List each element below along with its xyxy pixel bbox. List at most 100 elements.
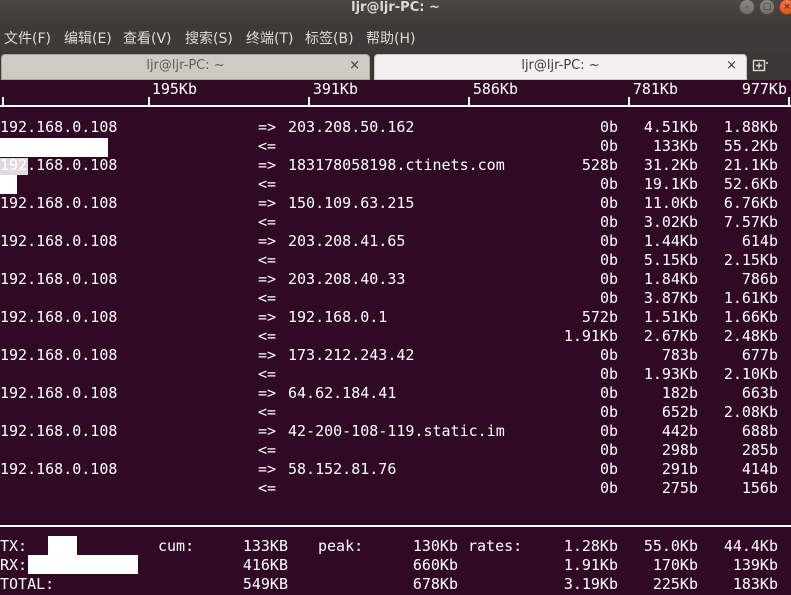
rate-out-value: 1.84Kb bbox=[643, 270, 698, 288]
rx-rate-10s: 170Kb bbox=[652, 556, 698, 574]
rate-in-value: 156b bbox=[741, 479, 778, 497]
rate-out-value: 0b bbox=[599, 118, 618, 136]
tab-1[interactable]: ljr@ljr-PC: ~ × bbox=[1, 54, 370, 80]
total-peak: 678Kb bbox=[412, 575, 458, 593]
rate-out-value: 572b bbox=[581, 308, 618, 326]
tx-rate-40s: 44.4Kb bbox=[723, 537, 778, 555]
rate-out-value: 0b bbox=[599, 270, 618, 288]
connection-host: 192.168.0.108 bbox=[0, 384, 118, 402]
connection-host: 192.168.0.108 bbox=[0, 422, 118, 440]
scale-label: 586Kb bbox=[472, 80, 518, 98]
menu-edit[interactable]: 编辑(E) bbox=[64, 28, 112, 52]
tx-cum: 133KB bbox=[242, 537, 288, 555]
direction-out-arrow: => bbox=[258, 156, 277, 174]
scale-label: 977Kb bbox=[741, 80, 787, 98]
rate-in-value: 1.61Kb bbox=[723, 289, 778, 307]
bandwidth-bar bbox=[0, 175, 17, 194]
rate-out-value: 1.66Kb bbox=[723, 308, 778, 326]
direction-out-arrow: => bbox=[258, 460, 277, 478]
total-rate-2s: 3.19Kb bbox=[563, 575, 618, 593]
close-button[interactable]: × bbox=[779, 0, 791, 15]
rate-in-value: 2.15Kb bbox=[723, 251, 778, 269]
direction-in-arrow: <= bbox=[258, 403, 277, 421]
connection-host: 192.168.0.108 bbox=[0, 346, 118, 364]
scale-tick bbox=[788, 97, 790, 106]
direction-in-arrow: <= bbox=[258, 289, 277, 307]
scale-label: 195Kb bbox=[151, 80, 197, 98]
rate-in-value: 52.6Kb bbox=[723, 175, 778, 193]
rate-in-value: 5.15Kb bbox=[643, 251, 698, 269]
tab-2-close-icon[interactable]: × bbox=[726, 58, 737, 73]
peak-label: peak: bbox=[318, 537, 364, 555]
connection-host: 192.168.0.108 bbox=[0, 118, 118, 136]
connection-remote: 203.208.50.162 bbox=[288, 118, 415, 136]
connection-host: 192.168.0.108 bbox=[0, 194, 118, 212]
rate-out-value: 0b bbox=[599, 384, 618, 402]
terminal-content[interactable]: 195Kb 391Kb 586Kb 781Kb 977Kb 192.168.0.… bbox=[0, 80, 791, 595]
rate-out-value: 11.0Kb bbox=[643, 194, 698, 212]
rate-out-value: 783b bbox=[661, 346, 698, 364]
menu-terminal[interactable]: 终端(T) bbox=[246, 28, 293, 52]
tx-label: TX: bbox=[0, 537, 28, 555]
rx-label: RX: bbox=[0, 556, 28, 574]
rate-out-value: 291b bbox=[661, 460, 698, 478]
terminal-window: ljr@ljr-PC: ~ – □ × 文件(F) 编辑(E) 查看(V) 搜索… bbox=[0, 0, 791, 595]
menu-tabs[interactable]: 标签(B) bbox=[305, 28, 354, 52]
rate-out-value: 688b bbox=[741, 422, 778, 440]
connection-host: 192.168.0.108 bbox=[0, 232, 118, 250]
title-bar[interactable]: ljr@ljr-PC: ~ – □ × bbox=[0, 0, 791, 28]
connection-remote: 150.109.63.215 bbox=[288, 194, 415, 212]
connection-remote: 203.208.41.65 bbox=[288, 232, 406, 250]
tab-2-active[interactable]: ljr@ljr-PC: ~ × bbox=[374, 54, 747, 80]
rate-out-value: 4.51Kb bbox=[643, 118, 698, 136]
direction-out-arrow: => bbox=[258, 232, 277, 250]
rates-label: rates: bbox=[468, 537, 523, 555]
rate-in-value: 0b bbox=[599, 289, 618, 307]
direction-in-arrow: <= bbox=[258, 251, 277, 269]
direction-out-arrow: => bbox=[258, 346, 277, 364]
direction-out-arrow: => bbox=[258, 384, 277, 402]
tx-bar bbox=[48, 536, 77, 555]
total-label: TOTAL: bbox=[0, 575, 55, 593]
menu-file[interactable]: 文件(F) bbox=[4, 28, 51, 52]
rate-out-value: 0b bbox=[599, 232, 618, 250]
direction-in-arrow: <= bbox=[258, 441, 277, 459]
tab-2-title: ljr@ljr-PC: ~ bbox=[521, 58, 600, 73]
rate-in-value: 298b bbox=[661, 441, 698, 459]
menu-view[interactable]: 查看(V) bbox=[123, 28, 172, 52]
rate-out-value: 528b bbox=[581, 156, 618, 174]
direction-in-arrow: <= bbox=[258, 365, 277, 383]
rate-in-value: 19.1Kb bbox=[643, 175, 698, 193]
scale-tick bbox=[628, 97, 630, 106]
connection-host: 192.168.0.108 bbox=[0, 308, 118, 326]
direction-out-arrow: => bbox=[258, 194, 277, 212]
rate-out-value: 0b bbox=[599, 460, 618, 478]
scale-label: 391Kb bbox=[312, 80, 358, 98]
direction-out-arrow: => bbox=[258, 308, 277, 326]
direction-in-arrow: <= bbox=[258, 213, 277, 231]
rx-cum: 416KB bbox=[242, 556, 288, 574]
menu-help[interactable]: 帮助(H) bbox=[366, 28, 415, 52]
rate-in-value: 0b bbox=[599, 365, 618, 383]
tx-peak: 130Kb bbox=[412, 537, 458, 555]
connection-remote: 42-200-108-119.static.im bbox=[288, 422, 505, 440]
new-tab-icon[interactable] bbox=[752, 57, 770, 77]
rate-in-value: 0b bbox=[599, 137, 618, 155]
rate-in-value: 275b bbox=[661, 479, 698, 497]
connection-host: 192.168.0.108 bbox=[0, 270, 118, 288]
rate-out-value: 0b bbox=[599, 194, 618, 212]
direction-in-arrow: <= bbox=[258, 479, 277, 497]
connection-remote: 64.62.184.41 bbox=[288, 384, 397, 402]
rate-out-value: 21.1Kb bbox=[723, 156, 778, 174]
tx-rate-10s: 55.0Kb bbox=[643, 537, 698, 555]
tab-1-close-icon[interactable]: × bbox=[349, 58, 360, 73]
rate-in-value: 0b bbox=[599, 441, 618, 459]
rate-out-value: 31.2Kb bbox=[643, 156, 698, 174]
direction-out-arrow: => bbox=[258, 118, 277, 136]
rate-in-value: 0b bbox=[599, 479, 618, 497]
menu-search[interactable]: 搜索(S) bbox=[185, 28, 233, 52]
scale-tick bbox=[148, 97, 150, 106]
direction-out-arrow: => bbox=[258, 422, 277, 440]
rate-out-value: 414b bbox=[741, 460, 778, 478]
rate-in-value: 0b bbox=[599, 251, 618, 269]
